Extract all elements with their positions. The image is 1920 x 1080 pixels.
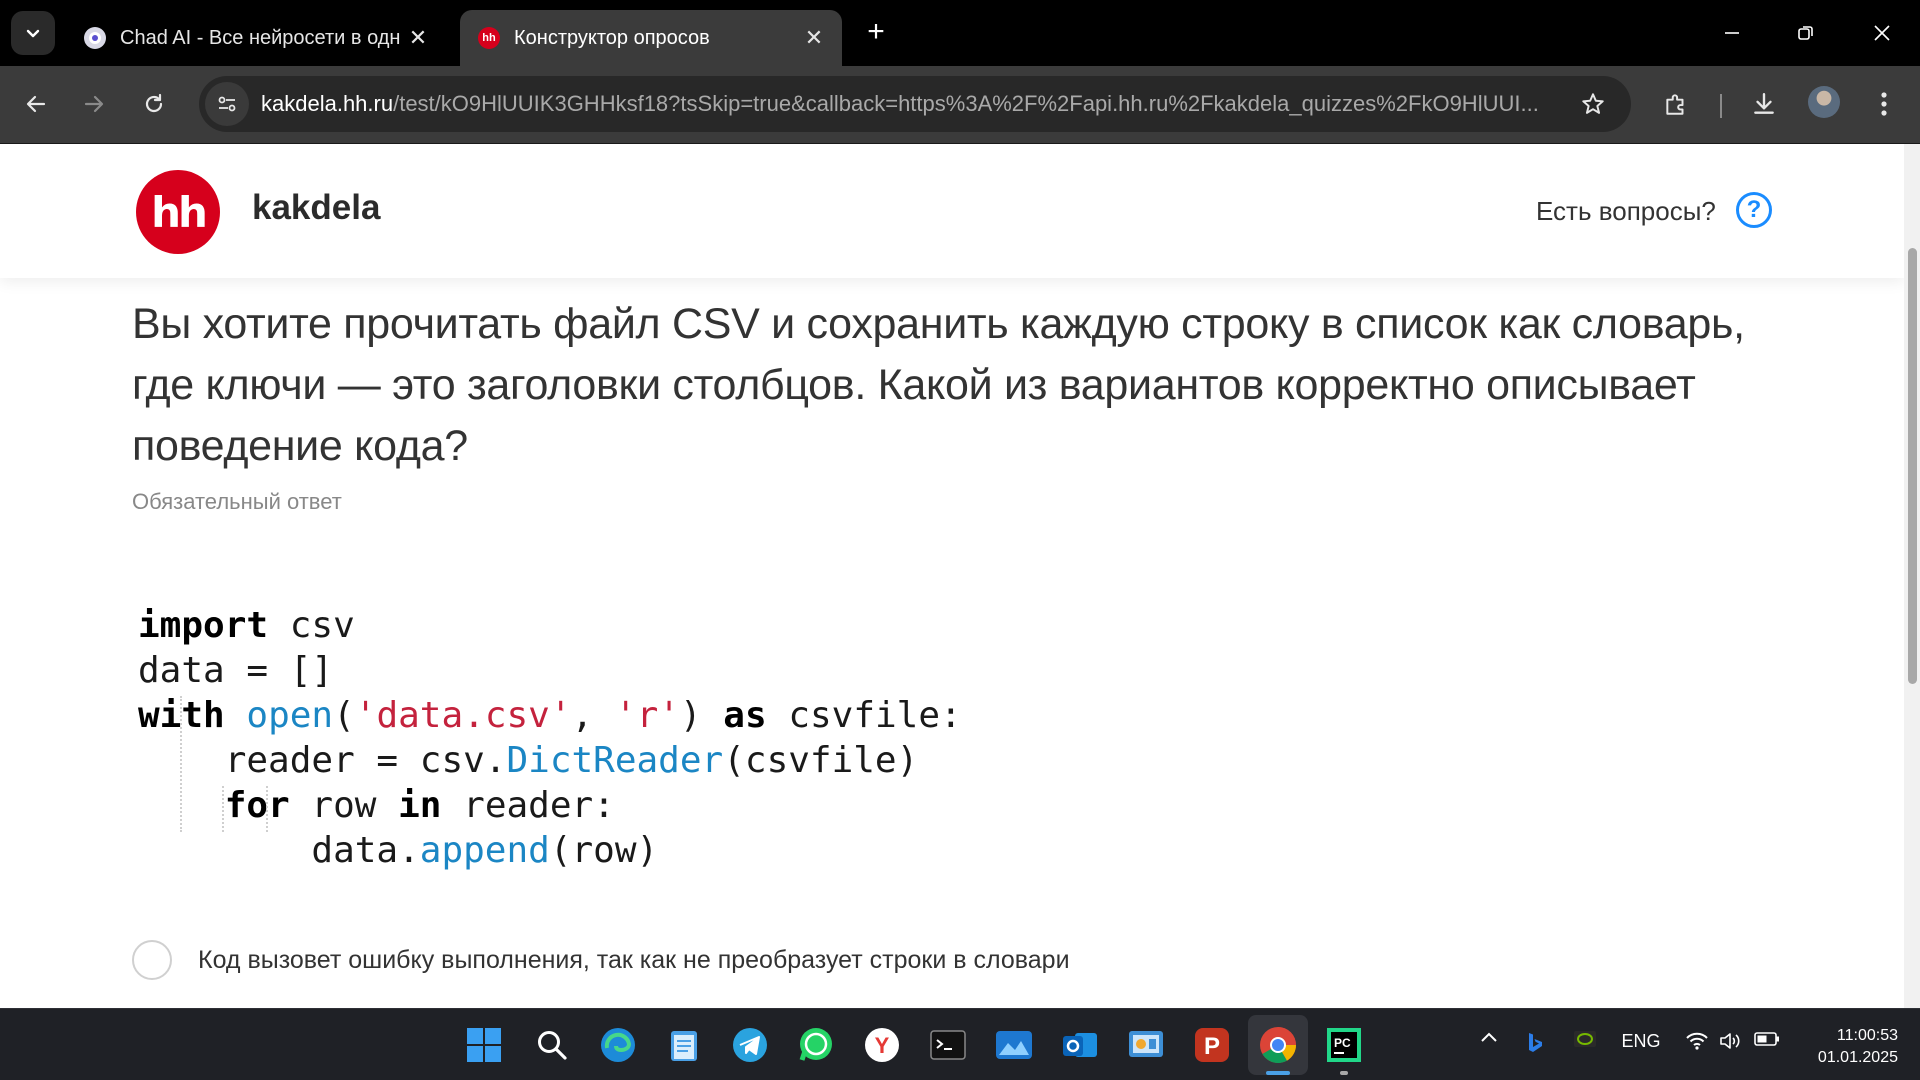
tray-chevron-up-icon[interactable] <box>1474 1031 1504 1043</box>
browser-toolbar: kakdela.hh.ru/test/kO9HlUUIK3GHHksf18?ts… <box>0 66 1920 144</box>
required-label: Обязательный ответ <box>132 489 342 514</box>
url-text[interactable]: kakdela.hh.ru/test/kO9HlUUIK3GHHksf18?ts… <box>261 91 1561 117</box>
answer-option-label: Код вызовет ошибку выполнения, так как н… <box>198 945 1070 974</box>
back-icon[interactable] <box>14 82 58 126</box>
reload-icon[interactable] <box>132 82 176 126</box>
answer-option[interactable]: Код вызовет ошибку выполнения, так как н… <box>132 940 1070 980</box>
running-app-indicator <box>1340 1071 1348 1075</box>
chrome-icon[interactable] <box>1248 1015 1308 1075</box>
address-bar[interactable]: kakdela.hh.ru/test/kO9HlUUIK3GHHksf18?ts… <box>199 76 1631 132</box>
svg-text:P: P <box>1204 1033 1220 1060</box>
code-line-3: with open('data.csv', 'r') as csvfile: <box>138 695 962 736</box>
code-block: import csv data = [] with open('data.csv',… <box>138 558 962 963</box>
indent-guide <box>266 786 268 832</box>
site-info-icon[interactable] <box>205 82 249 126</box>
help-icon[interactable]: ? <box>1736 192 1772 228</box>
notepad-icon[interactable] <box>662 1023 706 1067</box>
code-line-1: import csv <box>138 605 355 646</box>
code-line-2: data = [] <box>138 650 334 691</box>
chevron-down-icon <box>26 29 40 38</box>
windows-taskbar: Y P PC ENG 11:00:53 01.01.2025 <box>0 1008 1920 1080</box>
code-line-6: data.append(row) <box>311 830 659 871</box>
tab-title: Chad AI - Все нейросети в одн <box>120 26 401 49</box>
code-line-4: reader = csv.DictReader(csvfile) <box>224 740 919 781</box>
question-text: Вы хотите прочитать файл CSV и сохранить… <box>132 300 1745 470</box>
tab-close-icon[interactable]: ✕ <box>800 24 828 52</box>
menu-icon[interactable] <box>1862 82 1906 126</box>
language-indicator[interactable]: ENG <box>1616 1031 1666 1052</box>
indent-guide <box>180 696 182 832</box>
tab-survey-builder[interactable]: hh Конструктор опросов ✕ <box>460 10 842 66</box>
browser-tab-bar: Chad AI - Все нейросети в одн ✕ hh Конст… <box>0 0 1920 66</box>
url-host: kakdela.hh.ru <box>261 91 394 116</box>
profile-avatar[interactable] <box>1808 86 1840 118</box>
terminal-icon[interactable] <box>926 1023 970 1067</box>
photos-icon[interactable] <box>992 1023 1036 1067</box>
hh-logo[interactable]: hh <box>136 170 220 254</box>
bookmark-star-icon[interactable] <box>1571 82 1615 126</box>
yandex-browser-icon[interactable]: Y <box>860 1023 904 1067</box>
restore-icon[interactable] <box>1782 10 1830 56</box>
hh-favicon: hh <box>478 27 500 49</box>
download-icon[interactable] <box>1742 82 1786 126</box>
telegram-icon[interactable] <box>728 1023 772 1067</box>
tab-title: Конструктор опросов <box>514 26 710 49</box>
pycharm-icon[interactable]: PC <box>1322 1023 1366 1067</box>
control-panel-icon[interactable] <box>1124 1023 1168 1067</box>
bing-icon[interactable] <box>1520 1031 1550 1055</box>
nvidia-icon[interactable] <box>1570 1031 1600 1047</box>
url-path: /test/kO9HlUUIK3GHHksf18?tsSkip=true&cal… <box>393 91 1539 116</box>
tab-search-button[interactable] <box>11 11 55 55</box>
scrollbar-thumb[interactable] <box>1908 248 1917 684</box>
minimize-icon[interactable] <box>1708 10 1756 56</box>
battery-icon[interactable] <box>1752 1031 1782 1047</box>
help-link[interactable]: Есть вопросы? <box>1536 196 1716 227</box>
svg-text:Y: Y <box>875 1033 890 1058</box>
outlook-icon[interactable] <box>1058 1023 1102 1067</box>
windows-start-icon[interactable] <box>462 1023 506 1067</box>
radio-button[interactable] <box>132 940 172 980</box>
edge-icon[interactable] <box>596 1023 640 1067</box>
whatsapp-icon[interactable] <box>794 1023 838 1067</box>
tab-chad-ai[interactable]: Chad AI - Все нейросети в одн ✕ <box>66 10 446 66</box>
page-content: hh kakdela Есть вопросы? ? Вы хотите про… <box>0 144 1920 1008</box>
page-scrollbar[interactable] <box>1904 144 1920 1008</box>
chad-ai-favicon <box>84 27 106 49</box>
wifi-icon[interactable] <box>1682 1031 1712 1051</box>
search-icon[interactable] <box>530 1023 574 1067</box>
site-header: hh kakdela Есть вопросы? ? <box>0 144 1904 278</box>
svg-text:PC: PC <box>1334 1036 1351 1050</box>
forward-icon[interactable] <box>72 82 116 126</box>
toolbar-separator <box>1720 94 1722 118</box>
psiphon-icon[interactable]: P <box>1190 1023 1234 1067</box>
new-tab-icon[interactable]: + <box>858 14 894 50</box>
brand-name: kakdela <box>252 188 381 227</box>
system-clock[interactable]: 11:00:53 01.01.2025 <box>1798 1025 1898 1069</box>
extensions-icon[interactable] <box>1654 82 1698 126</box>
clock-time: 11:00:53 <box>1836 1027 1898 1044</box>
window-close-icon[interactable] <box>1858 10 1906 56</box>
tab-close-icon[interactable]: ✕ <box>404 24 432 52</box>
volume-icon[interactable] <box>1716 1031 1746 1051</box>
code-line-5: for row in reader: <box>224 785 615 826</box>
active-app-indicator <box>1266 1071 1290 1075</box>
clock-date: 01.01.2025 <box>1817 1049 1898 1066</box>
indent-guide <box>222 786 224 832</box>
